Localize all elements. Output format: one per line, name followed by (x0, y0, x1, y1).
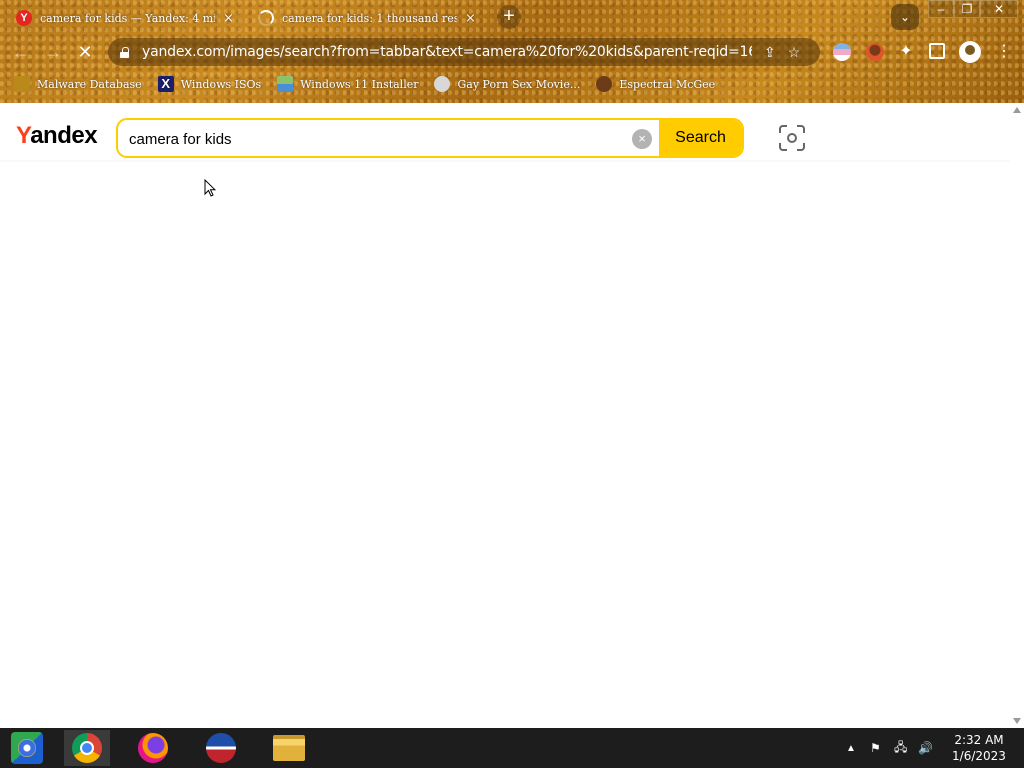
bookmark-windows-isos[interactable]: X Windows ISOs (157, 76, 262, 92)
stop-loading-button[interactable]: ✕ (74, 41, 96, 63)
taskbar-firefox[interactable] (130, 730, 176, 766)
side-panel-icon[interactable] (929, 43, 945, 59)
browser-frame: Y camera for kids — Yandex: 4 million × … (0, 0, 1024, 103)
file-explorer-icon (273, 735, 305, 761)
taskbar-chrome[interactable] (64, 730, 110, 766)
tab-yandex-results[interactable]: Y camera for kids — Yandex: 4 million × (16, 4, 234, 32)
firefox-icon (138, 733, 168, 763)
tab-search-button[interactable]: ⌄ (891, 4, 919, 30)
action-center-flag-icon[interactable]: ⚑ (870, 728, 881, 768)
taskbar: ▲ ⚑ 🖧 🔊 2:32 AM 1/6/2023 (0, 728, 1024, 768)
camera-lens-icon[interactable] (779, 125, 805, 151)
bookmark-label: Gay Porn Sex Movie... (457, 77, 581, 91)
menu-dots-icon[interactable]: ⋮ (996, 43, 1012, 61)
lock-icon[interactable] (120, 46, 129, 58)
bookmark-site[interactable]: Gay Porn Sex Movie... (434, 76, 580, 92)
clock-time: 2:32 AM (954, 733, 1004, 747)
network-icon[interactable]: 🖧 (894, 728, 907, 768)
clear-search-button[interactable]: × (632, 129, 652, 149)
yandex-header: Yandex × Search (0, 103, 1010, 160)
image-icon (277, 76, 294, 92)
site-icon (434, 76, 451, 92)
tab-close-icon[interactable]: × (465, 11, 476, 26)
web-page: Yandex × Search (0, 103, 1024, 728)
mouse-cursor-icon (204, 179, 216, 197)
extension-avatar-icon[interactable] (866, 43, 884, 61)
bookmarks-bar: Malware Database X Windows ISOs Windows … (0, 72, 1024, 96)
search-box: × Search (116, 118, 744, 158)
bookmark-windows-11-installer[interactable]: Windows 11 Installer (277, 76, 418, 92)
clock-date: 1/6/2023 (952, 749, 1006, 763)
taskbar-file-explorer[interactable] (266, 730, 312, 766)
tab-title: camera for kids — Yandex: 4 million (40, 11, 215, 25)
bookmark-label: Windows ISOs (180, 77, 262, 91)
x-logo-icon: X (157, 76, 174, 92)
scroll-up-icon[interactable] (1013, 107, 1021, 113)
bookmark-label: Malware Database (37, 77, 142, 91)
lens-corner (797, 143, 805, 151)
avatar-icon (596, 76, 613, 92)
bookmark-malware-database[interactable]: Malware Database (14, 76, 142, 92)
search-button[interactable]: Search (659, 120, 742, 156)
system-clock[interactable]: 2:32 AM 1/6/2023 (944, 732, 1014, 764)
lens-corner (779, 125, 787, 133)
bookmark-star-icon[interactable]: ☆ (788, 44, 801, 61)
lens-center (787, 133, 797, 143)
scroll-down-icon[interactable] (1013, 718, 1021, 724)
forward-button[interactable]: → (42, 41, 64, 63)
logo-first-letter: Y (16, 122, 31, 149)
show-hidden-icons-button[interactable]: ▲ (846, 728, 856, 768)
outlook-icon (206, 733, 236, 763)
lens-corner (779, 143, 787, 151)
yandex-logo[interactable]: Yandex (16, 122, 98, 150)
window-close-button[interactable]: ✕ (980, 0, 1018, 18)
folder-icon (14, 76, 30, 92)
loading-spinner-icon (258, 10, 274, 26)
tab-close-icon[interactable]: × (223, 11, 234, 26)
extensions-puzzle-icon[interactable]: ✦ (897, 43, 915, 61)
url-text[interactable]: yandex.com/images/search?from=tabbar&tex… (142, 44, 752, 60)
bookmark-label: Windows 11 Installer (300, 77, 419, 91)
new-tab-button[interactable]: + (497, 5, 521, 29)
search-input[interactable] (129, 129, 609, 149)
lens-corner (797, 125, 805, 133)
profile-avatar-icon[interactable] (959, 41, 981, 63)
share-icon[interactable]: ⇪ (764, 44, 776, 61)
page-scrollbar[interactable] (1010, 103, 1024, 728)
window-minimize-button[interactable]: – (928, 0, 954, 18)
taskbar-outlook[interactable] (198, 730, 244, 766)
extension-flag-icon[interactable] (833, 43, 851, 61)
start-orb-icon (11, 732, 43, 764)
bookmark-label: Espectral McGee (619, 77, 716, 91)
yandex-favicon-icon: Y (16, 10, 32, 26)
tab-loading[interactable]: camera for kids: 1 thousand results × (258, 4, 476, 32)
start-button[interactable] (4, 730, 50, 766)
chrome-icon (72, 733, 102, 763)
back-button[interactable]: ← (10, 41, 32, 63)
volume-icon[interactable]: 🔊 (918, 728, 933, 768)
logo-rest: andex (30, 122, 98, 149)
tab-title: camera for kids: 1 thousand results (282, 11, 457, 25)
address-bar[interactable]: yandex.com/images/search?from=tabbar&tex… (108, 38, 820, 66)
window-maximize-button[interactable]: ❐ (954, 0, 980, 18)
bookmark-espectral-mcgee[interactable]: Espectral McGee (596, 76, 715, 92)
